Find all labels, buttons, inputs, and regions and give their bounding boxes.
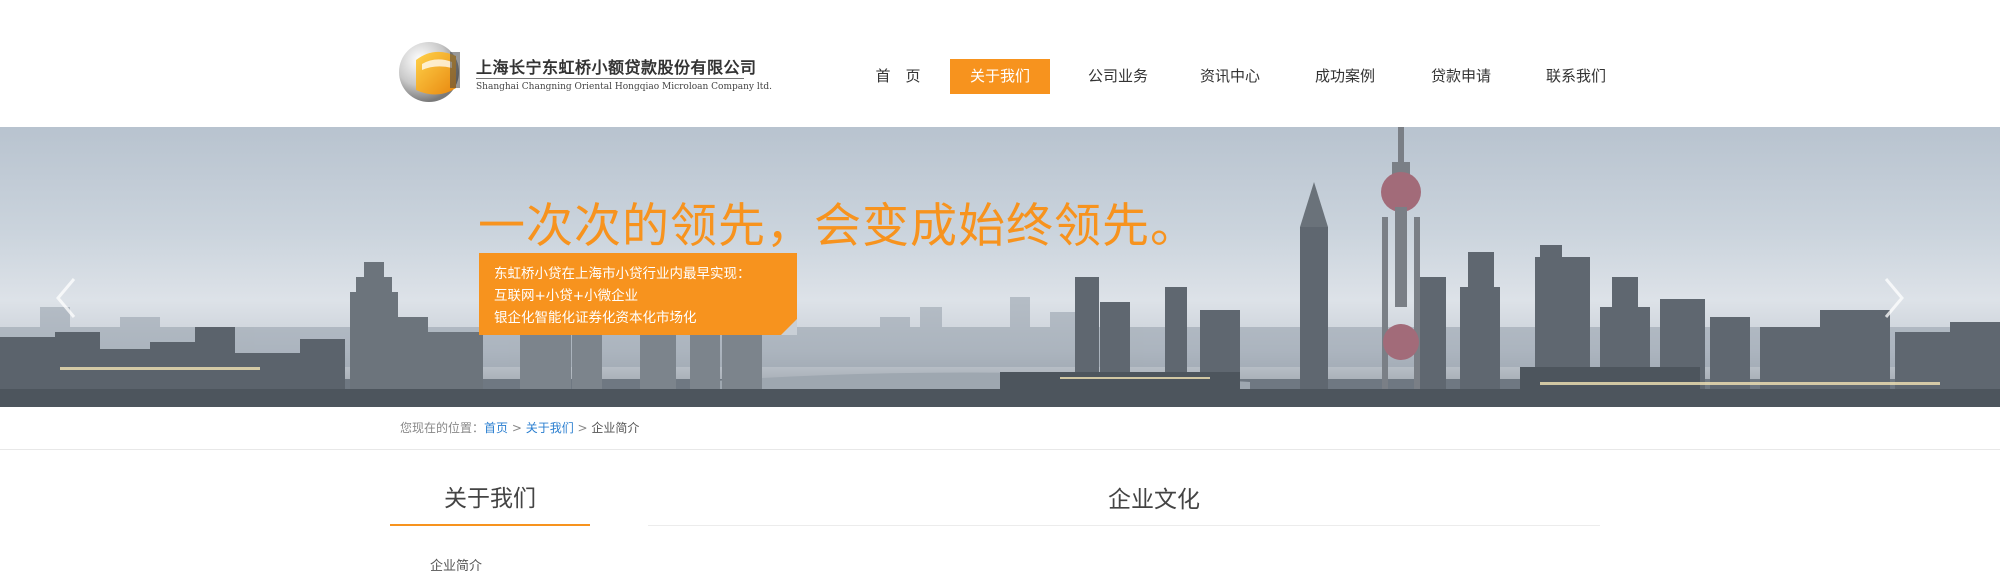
company-name-cn: 上海长宁东虹桥小额贷款股份有限公司 <box>476 58 757 77</box>
callout-line: 东虹桥小贷在上海市小贷行业内最早实现： <box>494 266 751 282</box>
logo-emblem-icon <box>399 42 460 102</box>
nav-business[interactable]: 公司业务 <box>1068 59 1168 94</box>
callout-line: 银企化智能化证券化资本化市场化 <box>494 310 697 326</box>
sidebar-title-underline <box>390 524 590 526</box>
banner-headline: 一次次的领先，会变成始终领先。 <box>478 199 1198 254</box>
sidebar-title: 关于我们 <box>444 486 536 512</box>
breadcrumb-separator: > <box>508 421 526 435</box>
logo-divider <box>476 78 744 79</box>
sidebar-item-company-intro[interactable]: 企业简介 <box>430 555 482 574</box>
nav-contact[interactable]: 联系我们 <box>1526 59 1626 94</box>
callout-fold-corner <box>781 319 797 335</box>
page-title: 企业文化 <box>1108 487 1200 513</box>
nav-news[interactable]: 资讯中心 <box>1180 59 1280 94</box>
site-header: 上海长宁东虹桥小额贷款股份有限公司 Shanghai Changning Ori… <box>0 0 2000 127</box>
breadcrumb-bar: 您现在的位置：首页 > 关于我们 > 企业简介 <box>0 407 2000 450</box>
hero-banner: 一次次的领先，会变成始终领先。 东虹桥小贷在上海市小贷行业内最早实现： 互联网+… <box>0 127 2000 407</box>
site-logo[interactable]: 上海长宁东虹桥小额贷款股份有限公司 Shanghai Changning Ori… <box>398 38 772 104</box>
title-divider <box>648 525 1600 526</box>
city-skyline-image <box>0 127 2000 407</box>
breadcrumb-prefix: 您现在的位置： <box>400 421 485 435</box>
callout-line: 互联网+小贷+小微企业 <box>494 288 639 304</box>
breadcrumb-section-link[interactable]: 关于我们 <box>526 421 574 435</box>
nav-cases[interactable]: 成功案例 <box>1295 59 1395 94</box>
breadcrumb-separator: > <box>573 421 592 435</box>
nav-loan-apply[interactable]: 贷款申请 <box>1411 59 1511 94</box>
banner-callout: 东虹桥小贷在上海市小贷行业内最早实现： 互联网+小贷+小微企业 银企化智能化证券… <box>479 253 797 335</box>
breadcrumb-current: 企业简介 <box>591 421 640 435</box>
company-name-en: Shanghai Changning Oriental Hongqiao Mic… <box>476 82 772 92</box>
breadcrumb: 您现在的位置：首页 > 关于我们 > 企业简介 <box>400 419 639 436</box>
nav-home[interactable]: 首 页 <box>854 59 942 94</box>
chevron-right-icon[interactable] <box>1878 273 1908 323</box>
chevron-left-icon[interactable] <box>52 273 82 323</box>
nav-about[interactable]: 关于我们 <box>950 59 1050 94</box>
breadcrumb-home-link[interactable]: 首页 <box>484 421 508 435</box>
